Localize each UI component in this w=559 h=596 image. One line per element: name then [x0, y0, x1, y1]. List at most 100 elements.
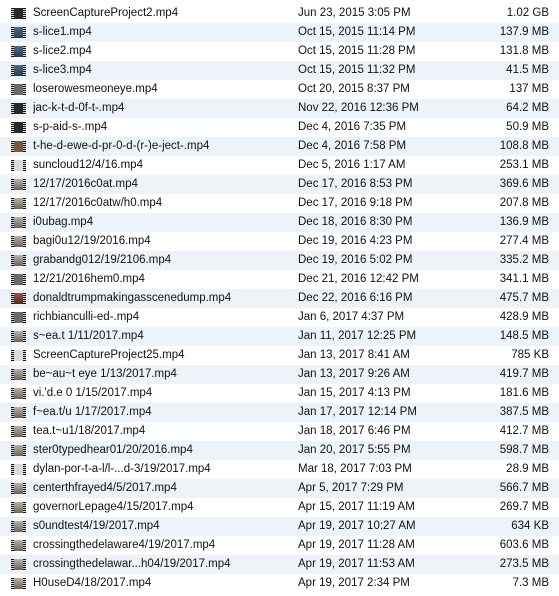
- video-thumbnail-icon: [11, 122, 26, 133]
- file-date-modified: Apr 19, 2017 11:53 AM: [298, 558, 415, 570]
- file-name: centerthfrayed4/5/2017.mp4: [33, 482, 177, 494]
- file-row[interactable]: suncloud12/4/16.mp4 Dec 5, 2016 1:17 AM 25…: [0, 156, 559, 175]
- file-date-modified: Mar 18, 2017 7:03 PM: [298, 463, 412, 475]
- file-row[interactable]: bagi0u12/19/2016.mp4 Dec 19, 2016 4:23 PM…: [0, 232, 559, 251]
- video-thumbnail-icon: [11, 369, 26, 380]
- file-list[interactable]: ScreenCaptureProject2.mp4 Jun 23, 2015 3:…: [0, 0, 559, 593]
- file-name: s-p-aid-s-.mp4: [33, 121, 108, 133]
- file-row[interactable]: ScreenCaptureProject25.mp4 Jan 13, 2017 8…: [0, 346, 559, 365]
- file-size: 181.6 MB: [499, 387, 549, 399]
- file-row[interactable]: jac-k-t-d-0f-t-.mp4 Nov 22, 2016 12:36 PM…: [0, 99, 559, 118]
- file-size: 28.9 MB: [506, 463, 549, 475]
- video-thumbnail-icon: [11, 198, 26, 209]
- file-row[interactable]: H0useD4/18/2017.mp4 Apr 19, 2017 2:34 PM 7…: [0, 574, 559, 593]
- video-thumbnail-icon: [11, 521, 26, 532]
- file-row[interactable]: i0ubag.mp4 Dec 18, 2016 8:30 PM 136.9 MB: [0, 213, 559, 232]
- file-date-modified: Jan 18, 2017 6:46 PM: [298, 425, 411, 437]
- file-row[interactable]: t-he-d-ewe-d-pr-0-d-(r-)e-ject-.mp4 Dec 4…: [0, 137, 559, 156]
- video-thumbnail-icon: [11, 8, 26, 19]
- file-name: governorLepage4/15/2017.mp4: [33, 501, 194, 513]
- file-name: ster0typedhear01/20/2016.mp4: [33, 444, 193, 456]
- video-thumbnail-icon: [11, 65, 26, 76]
- video-thumbnail-icon: [11, 350, 26, 361]
- file-size: 634 KB: [511, 520, 549, 532]
- file-row[interactable]: s0undtest4/19/2017.mp4 Apr 19, 2017 10:27…: [0, 517, 559, 536]
- file-row[interactable]: crossingthedelawar...h04/19/2017.mp4 Apr …: [0, 555, 559, 574]
- file-row[interactable]: s-lice3.mp4 Oct 15, 2015 11:32 PM 41.5 MB: [0, 61, 559, 80]
- file-name: s-lice2.mp4: [33, 45, 92, 57]
- file-row[interactable]: s-lice1.mp4 Oct 15, 2015 11:14 PM 137.9 MB: [0, 23, 559, 42]
- file-size: 419.7 MB: [499, 368, 549, 380]
- file-date-modified: Dec 18, 2016 8:30 PM: [298, 216, 413, 228]
- file-row[interactable]: crossingthedelaware4/19/2017.mp4 Apr 19, …: [0, 536, 559, 555]
- file-row[interactable]: s-lice2.mp4 Oct 15, 2015 11:28 PM 131.8 MB: [0, 42, 559, 61]
- video-thumbnail-icon: [11, 407, 26, 418]
- video-thumbnail-icon: [11, 578, 26, 589]
- file-size: 428.9 MB: [499, 311, 549, 323]
- video-thumbnail-icon: [11, 84, 26, 95]
- file-name: s-lice3.mp4: [33, 64, 92, 76]
- file-row[interactable]: grabandg012/19/2106.mp4 Dec 19, 2016 5:02…: [0, 251, 559, 270]
- file-row[interactable]: donaldtrumpmakingasscenedump.mp4 Dec 22, …: [0, 289, 559, 308]
- file-size: 269.7 MB: [499, 501, 549, 513]
- file-size: 7.3 MB: [512, 577, 549, 589]
- file-date-modified: Jan 13, 2017 8:41 AM: [298, 349, 410, 361]
- file-row[interactable]: governorLepage4/15/2017.mp4 Apr 15, 2017 …: [0, 498, 559, 517]
- file-date-modified: Dec 19, 2016 4:23 PM: [298, 235, 413, 247]
- file-date-modified: Oct 20, 2015 8:37 PM: [298, 83, 410, 95]
- file-size: 387.5 MB: [499, 406, 549, 418]
- file-row[interactable]: dylan-por-t-a-l/l-...d-3/19/2017.mp4 Mar …: [0, 460, 559, 479]
- video-thumbnail-icon: [11, 236, 26, 247]
- file-size: 277.4 MB: [499, 235, 549, 247]
- file-size: 475.7 MB: [499, 292, 549, 304]
- file-row[interactable]: richbianculli-ed-.mp4 Jan 6, 2017 4:37 PM…: [0, 308, 559, 327]
- video-thumbnail-icon: [11, 483, 26, 494]
- file-size: 64.2 MB: [506, 102, 549, 114]
- file-date-modified: Dec 17, 2016 9:18 PM: [298, 197, 413, 209]
- file-row[interactable]: ster0typedhear01/20/2016.mp4 Jan 20, 2017…: [0, 441, 559, 460]
- file-row[interactable]: be~au~t eye 1/13/2017.mp4 Jan 13, 2017 9:…: [0, 365, 559, 384]
- file-row[interactable]: vi.'d.e 0 1/15/2017.mp4 Jan 15, 2017 4:13…: [0, 384, 559, 403]
- file-size: 137 MB: [509, 83, 549, 95]
- video-thumbnail-icon: [11, 274, 26, 285]
- file-date-modified: Oct 15, 2015 11:28 PM: [298, 45, 416, 57]
- file-size: 148.5 MB: [499, 330, 549, 342]
- file-row[interactable]: centerthfrayed4/5/2017.mp4 Apr 5, 2017 7:…: [0, 479, 559, 498]
- file-name: 12/17/2016c0atw/h0.mp4: [33, 197, 163, 209]
- file-name: ScreenCaptureProject2.mp4: [33, 7, 179, 19]
- file-name: grabandg012/19/2106.mp4: [33, 254, 172, 266]
- file-row[interactable]: 12/21/2016hem0.mp4 Dec 21, 2016 12:42 PM 3…: [0, 270, 559, 289]
- file-size: 131.8 MB: [499, 45, 549, 57]
- file-date-modified: Dec 4, 2016 7:35 PM: [298, 121, 407, 133]
- file-row[interactable]: s~ea.t 1/11/2017.mp4 Jan 11, 2017 12:25 P…: [0, 327, 559, 346]
- file-size: 136.9 MB: [499, 216, 549, 228]
- file-row[interactable]: s-p-aid-s-.mp4 Dec 4, 2016 7:35 PM 50.9 MB: [0, 118, 559, 137]
- file-date-modified: Dec 17, 2016 8:53 PM: [298, 178, 413, 190]
- file-date-modified: Apr 15, 2017 11:19 AM: [298, 501, 415, 513]
- file-row[interactable]: f~ea.t/u 1/17/2017.mp4 Jan 17, 2017 12:14…: [0, 403, 559, 422]
- file-name: crossingthedelawar...h04/19/2017.mp4: [33, 558, 231, 570]
- video-thumbnail-icon: [11, 426, 26, 437]
- file-size: 108.8 MB: [499, 140, 549, 152]
- file-size: 598.7 MB: [499, 444, 549, 456]
- video-thumbnail-icon: [11, 46, 26, 57]
- file-row[interactable]: loserowesmeoneye.mp4 Oct 20, 2015 8:37 PM…: [0, 80, 559, 99]
- file-size: 253.1 MB: [499, 159, 549, 171]
- file-date-modified: Jun 23, 2015 3:05 PM: [298, 7, 411, 19]
- file-size: 137.9 MB: [499, 26, 549, 38]
- file-name: s0undtest4/19/2017.mp4: [33, 520, 160, 532]
- file-name: jac-k-t-d-0f-t-.mp4: [33, 102, 125, 114]
- file-name: richbianculli-ed-.mp4: [33, 311, 140, 323]
- file-size: 273.5 MB: [499, 558, 549, 570]
- file-row[interactable]: tea.t~u1/18/2017.mp4 Jan 18, 2017 6:46 PM…: [0, 422, 559, 441]
- file-date-modified: Nov 22, 2016 12:36 PM: [298, 102, 419, 114]
- file-row[interactable]: 12/17/2016c0atw/h0.mp4 Dec 17, 2016 9:18 …: [0, 194, 559, 213]
- file-name: vi.'d.e 0 1/15/2017.mp4: [33, 387, 153, 399]
- video-thumbnail-icon: [11, 502, 26, 513]
- file-size: 50.9 MB: [506, 121, 549, 133]
- file-date-modified: Jan 11, 2017 12:25 PM: [298, 330, 417, 342]
- file-date-modified: Dec 19, 2016 5:02 PM: [298, 254, 413, 266]
- file-name: s-lice1.mp4: [33, 26, 92, 38]
- file-row[interactable]: ScreenCaptureProject2.mp4 Jun 23, 2015 3:…: [0, 4, 559, 23]
- file-row[interactable]: 12/17/2016c0at.mp4 Dec 17, 2016 8:53 PM 36…: [0, 175, 559, 194]
